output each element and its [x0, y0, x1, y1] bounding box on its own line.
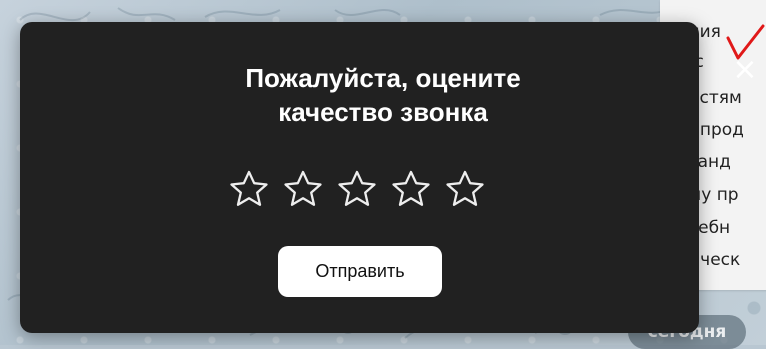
call-rating-modal: Пожалуйста, оцените качество звонка Отпр…: [20, 22, 699, 333]
star-icon[interactable]: [229, 169, 269, 209]
star-icon[interactable]: [283, 169, 323, 209]
rating-stars: [229, 169, 485, 209]
modal-title: Пожалуйста, оцените качество звонка: [245, 63, 521, 127]
submit-button[interactable]: Отправить: [278, 246, 442, 297]
star-icon[interactable]: [445, 169, 485, 209]
red-check-mark-annotation: [726, 24, 765, 60]
star-icon[interactable]: [337, 169, 377, 209]
star-icon[interactable]: [391, 169, 431, 209]
